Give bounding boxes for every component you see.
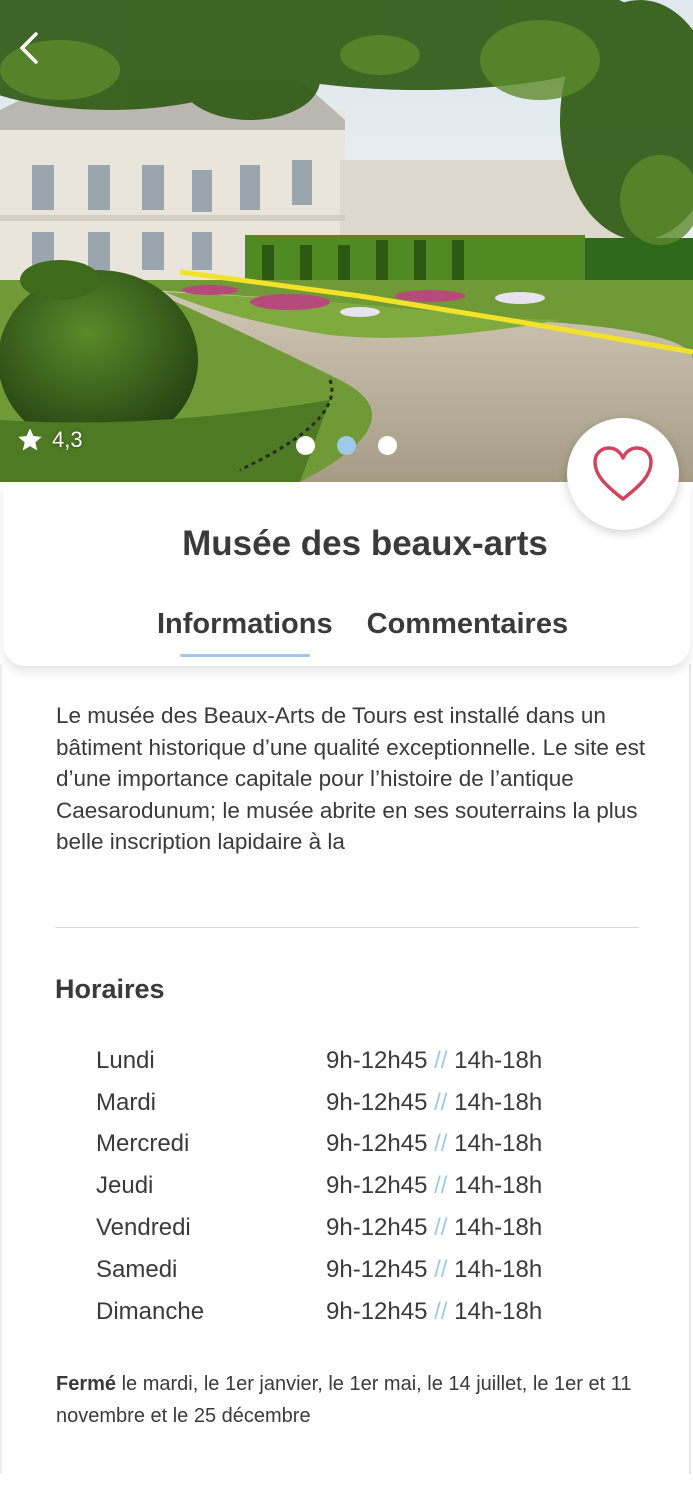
carousel-dot[interactable] <box>378 436 397 455</box>
scrollbar-track[interactable] <box>689 664 691 1474</box>
hours-row: Mercredi 9h-12h45 // 14h-18h <box>96 1124 616 1166</box>
star-icon <box>18 428 42 451</box>
description-text: Le musée des Beaux-Arts de Tours est ins… <box>56 703 646 854</box>
closed-label: Fermé <box>56 1373 117 1395</box>
hours-time: 9h-12h45 // 14h-18h <box>326 1214 543 1242</box>
hours-time: 9h-12h45 // 14h-18h <box>326 1172 543 1200</box>
hours-time: 9h-12h45 // 14h-18h <box>326 1255 543 1283</box>
page-title: Musée des beaux-arts <box>182 524 548 563</box>
favorite-button[interactable] <box>567 418 679 530</box>
tab-informations[interactable]: Informations <box>157 608 333 657</box>
closed-dates: le mardi, le 1er janvier, le 1er mai, le… <box>56 1373 632 1427</box>
hours-time: 9h-12h45 // 14h-18h <box>326 1046 543 1074</box>
carousel-indicator <box>296 436 397 455</box>
rating: 4,3 <box>16 426 83 454</box>
hours-table: Lundi 9h-12h45 // 14h-18h Mardi 9h-12h45… <box>96 1040 616 1333</box>
hours-time: 9h-12h45 // 14h-18h <box>326 1297 543 1325</box>
hours-day: Dimanche <box>96 1297 205 1325</box>
carousel-dot[interactable] <box>296 436 315 455</box>
hours-row: Vendredi 9h-12h45 // 14h-18h <box>96 1207 616 1249</box>
hours-time: 9h-12h45 // 14h-18h <box>326 1130 543 1158</box>
hours-row: Jeudi 9h-12h45 // 14h-18h <box>96 1165 616 1207</box>
hours-day: Jeudi <box>96 1172 154 1200</box>
closed-notice: Fermé le mardi, le 1er janvier, le 1er m… <box>56 1368 656 1432</box>
hours-row: Mardi 9h-12h45 // 14h-18h <box>96 1082 616 1124</box>
content-border <box>0 664 2 1474</box>
hours-row: Dimanche 9h-12h45 // 14h-18h <box>96 1291 616 1333</box>
chevron-left-icon <box>20 32 38 64</box>
tab-bar: Informations Commentaires <box>157 608 568 657</box>
hero-image <box>0 0 693 482</box>
hours-day: Vendredi <box>96 1214 191 1242</box>
hours-day: Mercredi <box>96 1130 190 1158</box>
heart-icon <box>593 446 653 501</box>
museum-garden-photo <box>0 0 693 482</box>
hours-row: Samedi 9h-12h45 // 14h-18h <box>96 1249 616 1291</box>
hours-day: Mardi <box>96 1088 157 1116</box>
back-button[interactable] <box>12 28 44 68</box>
hours-time: 9h-12h45 // 14h-18h <box>326 1088 543 1116</box>
hours-title: Horaires <box>55 974 165 1004</box>
tab-commentaires[interactable]: Commentaires <box>367 608 568 651</box>
hours-day: Samedi <box>96 1255 178 1283</box>
hours-row: Lundi 9h-12h45 // 14h-18h <box>96 1040 616 1082</box>
hours-day: Lundi <box>96 1046 155 1074</box>
rating-value: 4,3 <box>52 427 83 452</box>
carousel-dot-active[interactable] <box>337 436 356 455</box>
divider <box>55 927 639 928</box>
